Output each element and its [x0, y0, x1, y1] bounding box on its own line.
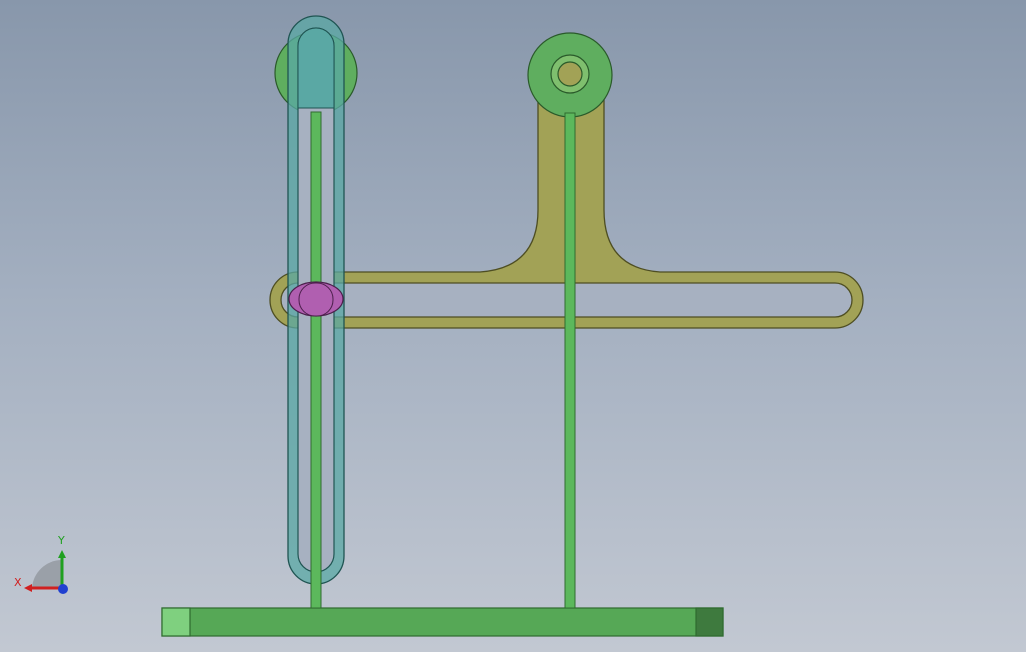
graphics-viewport[interactable]: X Y: [0, 0, 1026, 652]
left-vertical-rod[interactable]: [310, 111, 322, 609]
y-axis-label: Y: [57, 534, 65, 547]
coordinate-triad: X Y: [14, 534, 68, 594]
cad-model-scene[interactable]: X Y: [0, 0, 1026, 652]
base-plate[interactable]: [161, 607, 724, 637]
x-axis-label: X: [14, 576, 22, 589]
triad-plane-icon: [32, 559, 62, 588]
right-pivot-pin: [557, 61, 583, 87]
sliding-pin[interactable]: [288, 281, 344, 317]
z-axis-dot-icon: [58, 584, 68, 594]
right-pivot-assembly[interactable]: [527, 32, 613, 118]
base-plate-right-end: [695, 607, 724, 637]
right-vertical-rod[interactable]: [564, 112, 576, 609]
base-plate-left-end: [161, 607, 191, 637]
